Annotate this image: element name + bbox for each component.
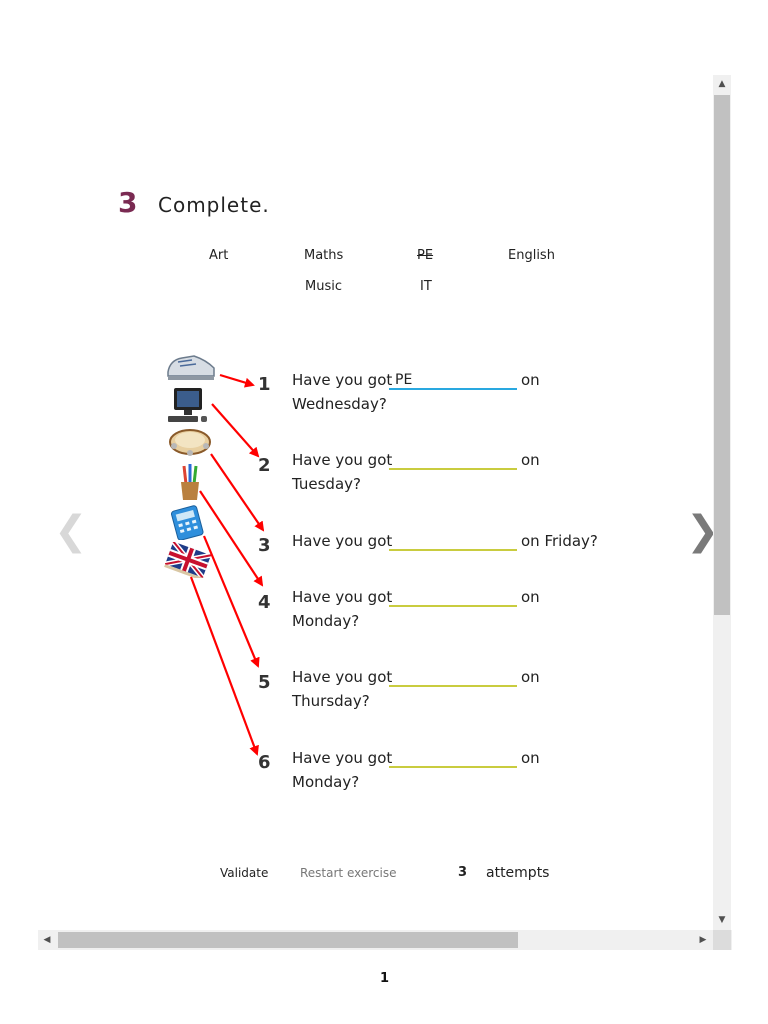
question-prefix: Have you got	[292, 588, 393, 606]
arrow-5	[202, 535, 260, 668]
question-prefix: Have you got	[292, 749, 393, 767]
scroll-up-icon[interactable]: ▲	[713, 75, 731, 93]
question-number: 6	[258, 752, 271, 773]
scroll-down-icon[interactable]: ▼	[713, 911, 731, 929]
vertical-scroll-thumb[interactable]	[714, 95, 730, 615]
question-prefix: Have you got	[292, 532, 393, 550]
horizontal-scrollbar[interactable]: ◀ ▶	[38, 930, 732, 950]
validate-button[interactable]: Validate	[220, 866, 268, 880]
question-day: Thursday?	[292, 692, 370, 710]
question-day: Monday?	[292, 612, 360, 630]
question-tail: on	[521, 371, 540, 389]
scroll-right-icon[interactable]: ▶	[694, 930, 712, 950]
question-tail: on Friday?	[521, 532, 598, 550]
answer-input-1[interactable]	[389, 372, 517, 390]
arrow-4	[199, 490, 264, 587]
question-day: Monday?	[292, 773, 360, 791]
answer-input-6[interactable]	[389, 750, 517, 768]
question-number: 4	[258, 592, 271, 613]
scroll-left-icon[interactable]: ◀	[38, 930, 56, 950]
attempts-count: 3	[458, 865, 468, 880]
scrollbar-corner	[713, 930, 731, 950]
arrow-6	[189, 576, 259, 756]
attempts-label: attempts	[486, 865, 550, 881]
question-prefix: Have you got	[292, 668, 393, 686]
restart-exercise-button[interactable]: Restart exercise	[300, 866, 396, 880]
answer-input-2[interactable]	[389, 452, 517, 470]
question-tail: on	[521, 451, 540, 469]
question-tail: on	[521, 749, 540, 767]
arrow-2	[211, 403, 260, 458]
vertical-scrollbar[interactable]: ▲ ▼	[713, 75, 731, 930]
question-number: 3	[258, 535, 271, 556]
horizontal-scroll-thumb[interactable]	[58, 932, 518, 948]
question-day: Tuesday?	[292, 475, 361, 493]
question-number: 1	[258, 374, 271, 395]
question-prefix: Have you got	[292, 451, 393, 469]
answer-input-3[interactable]	[389, 533, 517, 551]
question-prefix: Have you got	[292, 371, 393, 389]
question-tail: on	[521, 668, 540, 686]
answer-input-5[interactable]	[389, 669, 517, 687]
question-tail: on	[521, 588, 540, 606]
answer-input-4[interactable]	[389, 589, 517, 607]
question-number: 5	[258, 672, 271, 693]
question-day: Wednesday?	[292, 395, 387, 413]
arrow-1	[219, 373, 255, 388]
question-number: 2	[258, 455, 271, 476]
page-number: 1	[380, 971, 390, 986]
chevron-left-icon[interactable]: ❮	[54, 508, 88, 554]
